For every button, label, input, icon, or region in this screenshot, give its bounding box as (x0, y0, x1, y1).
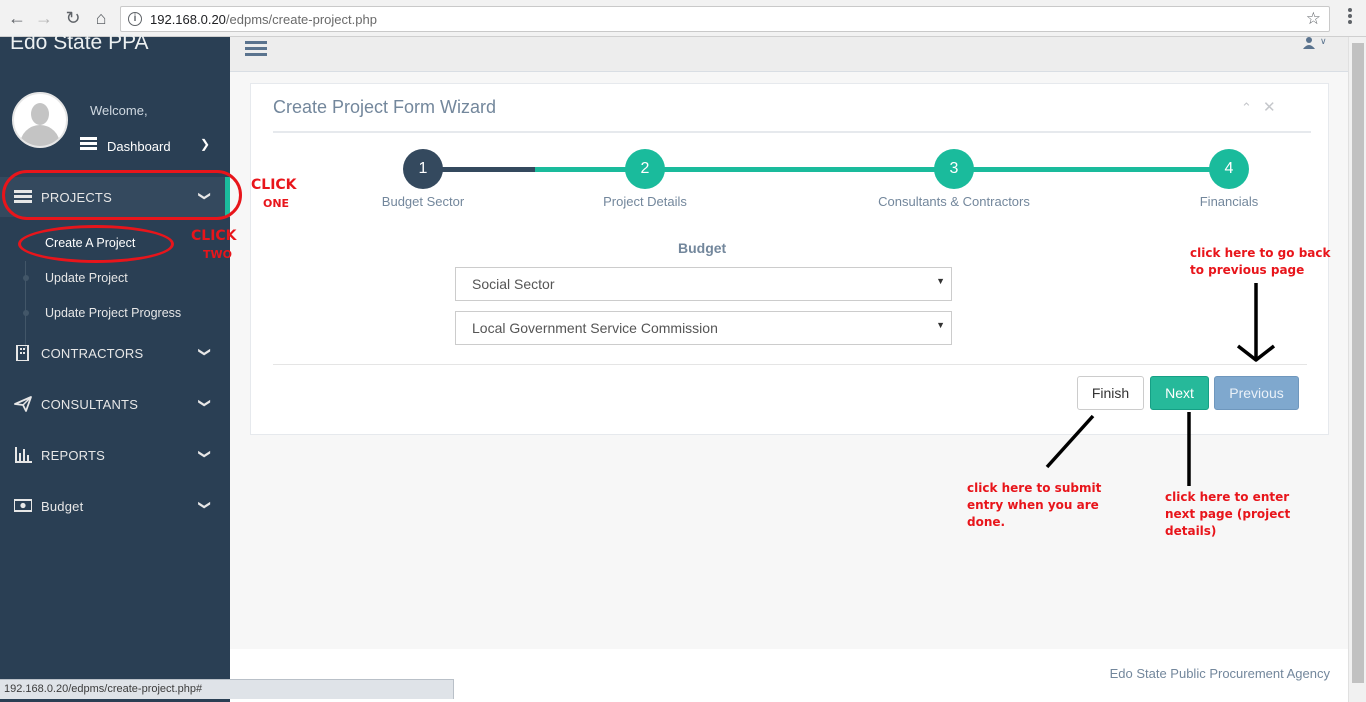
dropdown-arrow-icon: ▼ (936, 276, 945, 286)
budget-label: Budget (678, 240, 727, 256)
subitem-label: Update Project Progress (45, 306, 182, 320)
sidebar-item-contractors[interactable]: CONTRACTORS ❯ (0, 333, 230, 373)
chevron-down-icon: ❯ (198, 499, 213, 511)
panel-tools: ⌃ ✕ (1241, 98, 1281, 116)
panel-title: Create Project Form Wizard (273, 97, 497, 117)
dashboard-label: Dashboard (107, 139, 171, 154)
subitem-label: Update Project (45, 271, 128, 285)
sidebar-item-budget[interactable]: Budget ❯ (0, 486, 230, 526)
sidebar-item-label: REPORTS (41, 448, 106, 463)
dropdown-arrow-icon: ▼ (936, 320, 945, 330)
wizard-step-2-label: Project Details (603, 194, 687, 209)
bullet-dot (23, 275, 29, 281)
collapse-icon[interactable]: ⌃ (1241, 100, 1252, 116)
welcome-text: Welcome, (90, 103, 148, 118)
next-button[interactable]: Next (1150, 376, 1209, 410)
paper-plane-icon (14, 396, 32, 412)
forward-arrow-icon[interactable]: → (33, 7, 55, 29)
chevron-down-icon: ❯ (198, 346, 213, 358)
bullet-dot (23, 310, 29, 316)
chevron-down-icon: ∨ (1320, 36, 1327, 46)
building-icon (16, 345, 29, 361)
note-line: details) (1165, 524, 1217, 538)
wizard-step-2[interactable]: 2 (625, 149, 665, 189)
dashboard-menu[interactable]: Dashboard ❯ (80, 137, 220, 157)
footer-text: Edo State Public Procurement Agency (1109, 666, 1330, 681)
sidebar-item-label: CONTRACTORS (41, 346, 144, 361)
note-line: next page (project (1165, 507, 1291, 521)
wizard-panel: Create Project Form Wizard ⌃ ✕ 1 2 3 4 B… (250, 83, 1329, 435)
main-content: ∨ Create Project Form Wizard ⌃ ✕ 1 2 3 4… (230, 36, 1366, 702)
status-url: 192.168.0.20/edpms/create-project.php# (0, 679, 454, 699)
note-line: click here to submit (967, 481, 1102, 495)
finish-button[interactable]: Finish (1077, 376, 1144, 410)
select-value: Local Government Service Commission (472, 320, 718, 336)
dashboard-icon (80, 137, 97, 150)
annotation-note-next: click here to enter next page (project d… (1165, 489, 1290, 540)
home-icon[interactable]: ⌂ (90, 7, 112, 29)
select-value: Social Sector (472, 276, 555, 292)
close-icon[interactable]: ✕ (1263, 98, 1276, 116)
bar-chart-icon (15, 447, 32, 463)
chevron-down-icon: ❯ (198, 397, 213, 409)
annotation-ring-create (18, 225, 174, 263)
chevron-down-icon: ❯ (198, 448, 213, 460)
reload-icon[interactable]: ↻ (62, 7, 84, 29)
chevron-down-icon: ❯ (200, 137, 211, 151)
annotation-ring-projects (2, 170, 242, 220)
user-menu[interactable]: ∨ (1302, 36, 1332, 53)
wizard-step-3-label: Consultants & Contractors (878, 194, 1030, 209)
note-line: click here to go back (1190, 246, 1331, 260)
scrollbar[interactable] (1348, 37, 1366, 702)
info-icon[interactable]: i (128, 12, 142, 26)
annotation-note-previous: click here to go back to previous page (1190, 245, 1330, 279)
note-line: click here to enter (1165, 490, 1290, 504)
sidebar-subitem-update-progress[interactable]: Update Project Progress (0, 296, 230, 331)
note-line: done. (967, 515, 1006, 529)
sidebar-item-label: CONSULTANTS (41, 397, 139, 412)
sidebar: Edo State PPA Welcome, Dashboard ❯ PROJE… (0, 31, 230, 702)
address-bar[interactable]: i 192.168.0.20/edpms/create-project.php … (120, 6, 1330, 32)
back-arrow-icon[interactable]: ← (6, 7, 28, 29)
sidebar-item-reports[interactable]: REPORTS ❯ (0, 435, 230, 475)
wizard-step-1[interactable]: 1 (403, 149, 443, 189)
annotation-click-one-b: ONE (263, 197, 290, 210)
wizard-step-1-label: Budget Sector (381, 194, 465, 209)
sidebar-item-consultants[interactable]: CONSULTANTS ❯ (0, 384, 230, 424)
brand-title[interactable]: Edo State PPA (10, 31, 149, 55)
scrollbar-thumb[interactable] (1352, 43, 1364, 683)
avatar (12, 92, 68, 148)
browser-menu-icon[interactable] (1348, 8, 1354, 28)
note-line: to previous page (1190, 263, 1305, 277)
divider (273, 131, 1311, 133)
url-text: 192.168.0.20/edpms/create-project.php (150, 12, 377, 27)
wizard-step-4-label: Financials (1199, 194, 1259, 209)
note-line: entry when you are (967, 498, 1099, 512)
annotation-note-finish: click here to submit entry when you are … (967, 480, 1101, 531)
divider (273, 364, 1307, 365)
top-nav: ∨ (230, 36, 1348, 72)
budget-sector-select[interactable]: Social Sector ▼ (455, 267, 952, 301)
annotation-click-one-a: CLICK (251, 177, 297, 193)
browser-toolbar: ← → ↻ ⌂ i 192.168.0.20/edpms/create-proj… (0, 0, 1366, 37)
menu-toggle-icon[interactable] (245, 41, 267, 56)
annotation-click-two-b: TWO (203, 248, 232, 261)
wizard-step-3[interactable]: 3 (934, 149, 974, 189)
wizard-step-4[interactable]: 4 (1209, 149, 1249, 189)
sidebar-subitem-update-project[interactable]: Update Project (0, 261, 230, 296)
previous-button[interactable]: Previous (1214, 376, 1299, 410)
annotation-click-two-a: CLICK (191, 228, 237, 244)
sidebar-item-label: Budget (41, 499, 84, 514)
user-icon (1303, 37, 1315, 49)
budget-agency-select[interactable]: Local Government Service Commission ▼ (455, 311, 952, 345)
bookmark-star-icon[interactable]: ☆ (1306, 9, 1321, 29)
money-icon (14, 499, 32, 512)
